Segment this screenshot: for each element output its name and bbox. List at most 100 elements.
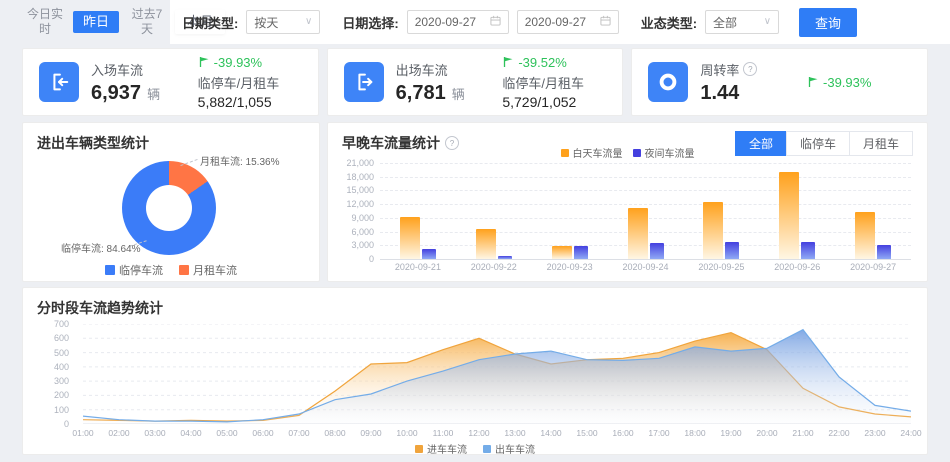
kpi-card-entry-flow: 入场车流 6,937 辆 -39.93% 临停车/月租车 5,882/1,055 [22, 48, 319, 116]
area-x-axis: 01:00 02:00 03:00 04:00 05:00 06:00 07:00 08:00… [72, 428, 921, 440]
bar-y-axis: 0 3,000 6,000 9,000 12,000 15,000 18,000 21,000 [328, 158, 374, 264]
x-axis-label: 2020-09-26 [774, 262, 821, 272]
x-axis-label: 2020-09-23 [546, 262, 593, 272]
kpi-change: -39.52% [502, 55, 606, 70]
area-legend: 进车车流 出车车流 [23, 441, 927, 456]
info-icon[interactable]: ? [743, 62, 758, 76]
bar-chart[interactable] [380, 163, 911, 259]
turnover-icon [648, 62, 689, 102]
bar-白天车流量 [627, 207, 648, 259]
kpi-main: 入场车流 6,937 辆 [91, 60, 160, 105]
legend-item[interactable]: 出车车流 [483, 441, 535, 456]
date-type-value: 按天 [254, 15, 279, 30]
donut-slice-label: 临停车流: 84.64% [61, 244, 141, 255]
bar-白天车流量 [855, 211, 876, 259]
legend-item[interactable]: 白天车流量 [560, 145, 623, 160]
time-tab-yesterday[interactable]: 昨日 [73, 10, 120, 34]
bar-白天车流量 [551, 245, 572, 259]
x-axis-label: 17:00 [648, 428, 670, 438]
kpi-main: 周转率? 1.44 [700, 60, 758, 105]
kpi-value: 6,781 [395, 81, 446, 104]
y-axis-label: 100 [53, 404, 69, 415]
legend-item[interactable]: 临停车流 [105, 262, 163, 278]
time-tab-last-7-days[interactable]: 过去7天 [126, 7, 168, 37]
y-axis-label: 400 [53, 361, 69, 372]
x-axis-label: 01:00 [72, 428, 94, 438]
area-chart-svg [82, 323, 912, 425]
y-axis-label: 6,000 [351, 226, 374, 237]
legend-label: 月租车流 [193, 265, 237, 277]
date-select-label: 日期选择: [342, 15, 399, 31]
bar-白天车流量 [703, 202, 724, 259]
x-axis-label: 21:00 [792, 428, 814, 438]
kpi-title: 入场车流 [91, 62, 144, 78]
y-axis-label: 0 [368, 254, 374, 264]
kpi-card-row: 入场车流 6,937 辆 -39.93% 临停车/月租车 5,882/1,055 … [22, 48, 929, 116]
y-axis-label: 18,000 [346, 171, 374, 182]
date-type-select[interactable]: 按天 ∨ [246, 10, 321, 34]
calendar-icon [490, 15, 501, 29]
x-axis-label: 23:00 [864, 428, 886, 438]
bar-group [683, 163, 759, 259]
chevron-down-icon: ∨ [763, 16, 772, 27]
legend-swatch [179, 265, 189, 275]
x-axis-label: 06:00 [252, 428, 274, 438]
y-axis-label: 21,000 [346, 158, 374, 168]
biz-type-select[interactable]: 全部 ∨ [705, 10, 780, 34]
y-axis-label: 500 [53, 347, 69, 358]
legend-item[interactable]: 月租车流 [179, 262, 237, 278]
kpi-change: -39.93% [198, 55, 302, 70]
kpi-secondary: -39.93% 临停车/月租车 5,882/1,055 [198, 55, 302, 110]
kpi-value: 1.44 [700, 81, 740, 104]
panel-title: 进出车辆类型统计 [37, 135, 149, 151]
bar-夜间车流量 [421, 248, 436, 259]
area-chart[interactable] [82, 323, 912, 425]
biz-type-value: 全部 [713, 15, 738, 30]
bar-group [532, 163, 608, 259]
x-axis-label: 20:00 [756, 428, 778, 438]
chevron-down-icon: ∨ [305, 16, 313, 27]
start-date-input[interactable]: 2020-09-27 [406, 10, 509, 34]
area-y-axis: 0 100 200 300 400 500 600 700 [23, 319, 75, 429]
kpi-secondary: -39.93% [807, 75, 911, 90]
kpi-main: 出场车流 6,781 辆 [396, 60, 465, 105]
x-axis-label: 18:00 [684, 428, 706, 438]
y-axis-label: 300 [53, 376, 69, 387]
bar-白天车流量 [475, 228, 496, 259]
bar-夜间车流量 [573, 245, 588, 259]
y-axis-label: 3,000 [351, 240, 374, 251]
x-axis-label: 2020-09-22 [470, 262, 517, 272]
y-axis-label: 600 [53, 333, 69, 344]
legend-item[interactable]: 进车车流 [415, 441, 467, 456]
day-night-traffic-panel: 早晚车流量统计 ? 全部 临停车 月租车 白天车流量 夜间车流量 0 3,000 6,00… [327, 122, 928, 282]
kpi-title: 周转率? [700, 60, 758, 79]
filter-bar: 今日实时 昨日 过去7天 本月 日期类型: 按天 ∨ 日期选择: 2020-09-27… [0, 0, 950, 44]
legend-item[interactable]: 夜间车流量 [632, 145, 695, 160]
kpi-sub-value: 5,729/1,052 [502, 93, 577, 110]
x-axis-label: 13:00 [504, 428, 526, 438]
y-axis-label: 15,000 [346, 185, 374, 196]
x-axis-label: 12:00 [468, 428, 490, 438]
x-axis-label: 19:00 [720, 428, 742, 438]
bar-legend: 白天车流量 夜间车流量 [328, 145, 927, 160]
bar-夜间车流量 [497, 255, 512, 259]
x-axis-label: 09:00 [360, 428, 382, 438]
kpi-change: -39.93% [807, 75, 911, 90]
kpi-sub-value: 5,882/1,055 [197, 93, 272, 110]
exit-icon [343, 62, 384, 102]
time-tab-today-realtime[interactable]: 今日实时 [24, 7, 66, 37]
entry-icon [39, 62, 79, 102]
x-axis-label: 14:00 [540, 428, 562, 438]
bar-夜间车流量 [725, 242, 740, 259]
legend-swatch [632, 148, 641, 157]
flag-icon [808, 77, 818, 87]
flag-icon [504, 57, 513, 67]
legend-swatch [415, 444, 423, 453]
kpi-unit: 辆 [147, 86, 161, 102]
end-date-value: 2020-09-27 [524, 15, 587, 29]
query-button[interactable]: 查询 [799, 7, 858, 37]
x-axis-label: 2020-09-24 [622, 262, 669, 272]
x-axis-label: 07:00 [288, 428, 310, 438]
flag-icon [199, 57, 209, 67]
end-date-input[interactable]: 2020-09-27 [516, 10, 619, 34]
